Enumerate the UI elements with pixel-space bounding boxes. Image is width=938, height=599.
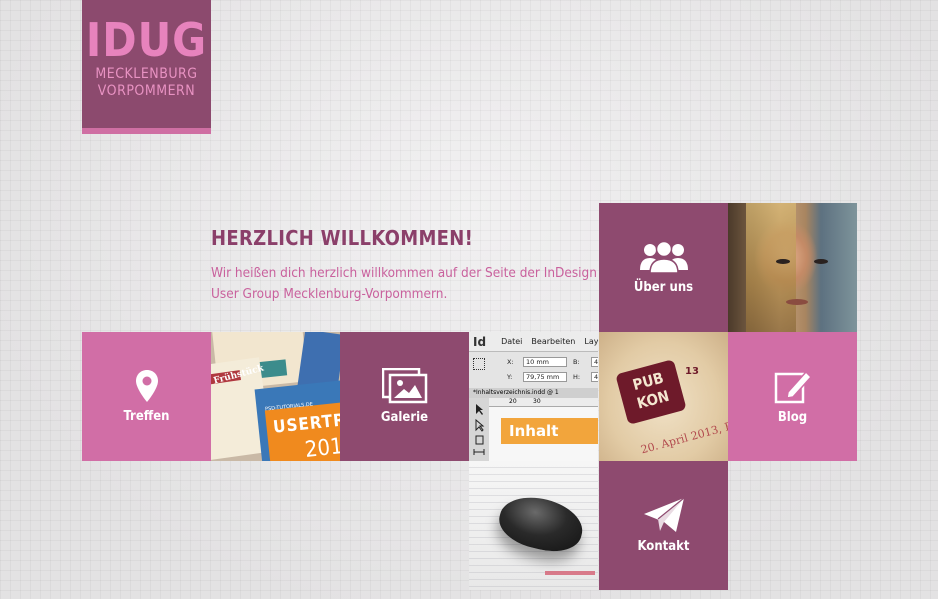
selection-tool-icon (473, 404, 485, 455)
nav-label-kontakt: Kontakt (637, 539, 690, 554)
pubkon-date: 20. April 2013, Berlin (639, 412, 728, 457)
usertreffen-collage-image: Frühstück PSD-TUTORIALS.DE USERTR 201 (211, 332, 340, 461)
collage-text-year: 201 (303, 434, 340, 461)
map-pin-icon (135, 370, 158, 402)
indesign-x-value: 10 mm (523, 357, 567, 367)
nav-label-galerie: Galerie (380, 410, 429, 425)
indesign-b-value: 4 (591, 357, 598, 367)
indesign-frame-text: Inhalt (501, 418, 598, 444)
indesign-y-value: 79,75 mm (523, 372, 567, 382)
nav-tile-blog[interactable]: Blog (728, 332, 857, 461)
indesign-doc-tab: *Inhaltsverzeichnis.indd @ 1 (469, 388, 598, 398)
indesign-h-label: H: (573, 373, 581, 381)
indesign-y-label: Y: (507, 373, 513, 381)
indesign-b-label: B: (573, 358, 580, 366)
pubkon-image: PUB KON 13 20. April 2013, Berlin (599, 332, 728, 461)
welcome-heading: HERZLICH WILLKOMMEN! (211, 226, 474, 250)
ruler-label-30: 30 (533, 398, 541, 405)
nav-tile-kontakt[interactable]: Kontakt (599, 461, 728, 590)
nav-label-treffen: Treffen (123, 409, 170, 424)
welcome-section: HERZLICH WILLKOMMEN! Wir heißen dich her… (211, 226, 599, 305)
indesign-menu-layout: Lay (584, 337, 598, 346)
paper-plane-icon (643, 497, 684, 532)
nav-tile-galerie[interactable]: Galerie (340, 332, 469, 461)
logo-title: IDUG (85, 13, 208, 67)
logo-subtitle-line2: VORPOMMERN (97, 83, 196, 99)
image-gallery-icon (381, 368, 427, 404)
users-icon (639, 240, 688, 274)
indesign-screenshot-image: Id Datei Bearbeiten Lay X: 10 mm Y: 79,7… (469, 332, 598, 461)
welcome-text: Wir heißen dich herzlich willkommen auf … (211, 265, 597, 302)
logo[interactable]: IDUG MECKLENBURG VORPOMMERN (82, 0, 211, 134)
indesign-app-abbr: Id (473, 334, 487, 349)
mouse-image (469, 461, 598, 590)
pubkon-badge: PUB KON (615, 359, 687, 425)
reference-point-icon (473, 358, 485, 370)
nav-tile-treffen[interactable]: Treffen (82, 332, 211, 461)
indesign-toolbox (469, 398, 490, 461)
indesign-menu-bearbeiten: Bearbeiten (531, 337, 576, 346)
indesign-h-value: 4 (591, 372, 598, 382)
ruler-label-20: 20 (509, 398, 517, 405)
pubkon-superscript: 13 (685, 366, 699, 377)
indesign-x-label: X: (507, 358, 514, 366)
indesign-menu-datei: Datei (501, 337, 523, 346)
portrait-image (728, 203, 857, 332)
nav-label-blog: Blog (777, 410, 808, 425)
nav-tile-ueber-uns[interactable]: Über uns (599, 203, 728, 332)
logo-subtitle-line1: MECKLENBURG (95, 66, 198, 82)
nav-label-ueber-uns: Über uns (633, 280, 694, 295)
edit-icon (774, 370, 812, 404)
